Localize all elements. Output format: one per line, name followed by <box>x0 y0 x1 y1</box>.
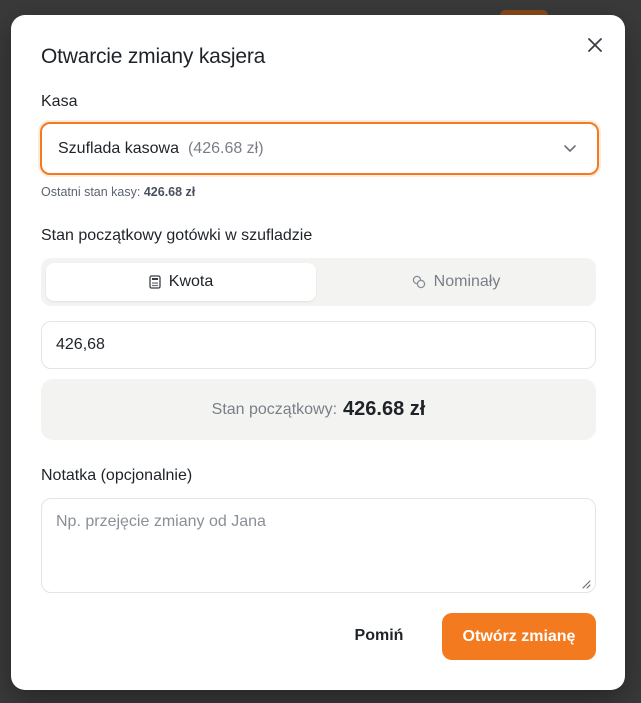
chevron-down-icon <box>564 145 576 152</box>
tab-denominations-label: Nominały <box>433 273 501 290</box>
open-shift-button[interactable]: Otwórz zmianę <box>442 613 596 660</box>
tab-denominations[interactable]: Nominały <box>321 263 591 301</box>
entry-mode-toggle: Kwota Nominały <box>41 258 596 306</box>
last-state-label: Ostatni stan kasy: <box>41 185 141 199</box>
opening-cash-label: Stan początkowy gotówki w szufladzie <box>41 227 313 244</box>
resize-grip-icon[interactable] <box>581 579 591 589</box>
opening-amount-input[interactable] <box>41 321 596 369</box>
open-shift-dialog: Otwarcie zmiany kasjera Kasa Szuflada ka… <box>11 15 625 690</box>
register-selected-name: Szuflada kasowa <box>58 139 179 157</box>
note-textarea[interactable] <box>41 498 596 593</box>
last-register-state: Ostatni stan kasy: 426.68 zł <box>41 185 195 199</box>
register-label: Kasa <box>41 93 78 110</box>
tab-amount[interactable]: Kwota <box>46 263 316 301</box>
summary-label: Stan początkowy: <box>211 400 338 418</box>
skip-button[interactable]: Pomiń <box>347 613 411 659</box>
close-button[interactable] <box>583 33 607 57</box>
register-select[interactable]: Szuflada kasowa (426.68 zł) <box>40 122 599 175</box>
coins-icon <box>412 275 425 289</box>
note-label: Notatka (opcjonalnie) <box>41 467 193 484</box>
dialog-title: Otwarcie zmiany kasjera <box>41 45 266 68</box>
opening-summary: Stan początkowy: 426.68 zł <box>41 379 596 440</box>
tab-amount-label: Kwota <box>168 273 214 290</box>
calculator-icon <box>149 275 161 289</box>
last-state-value: 426.68 zł <box>143 185 196 199</box>
summary-value: 426.68 zł <box>343 398 426 420</box>
close-icon <box>588 38 602 52</box>
register-selected-amount: (426.68 zł) <box>187 139 264 157</box>
